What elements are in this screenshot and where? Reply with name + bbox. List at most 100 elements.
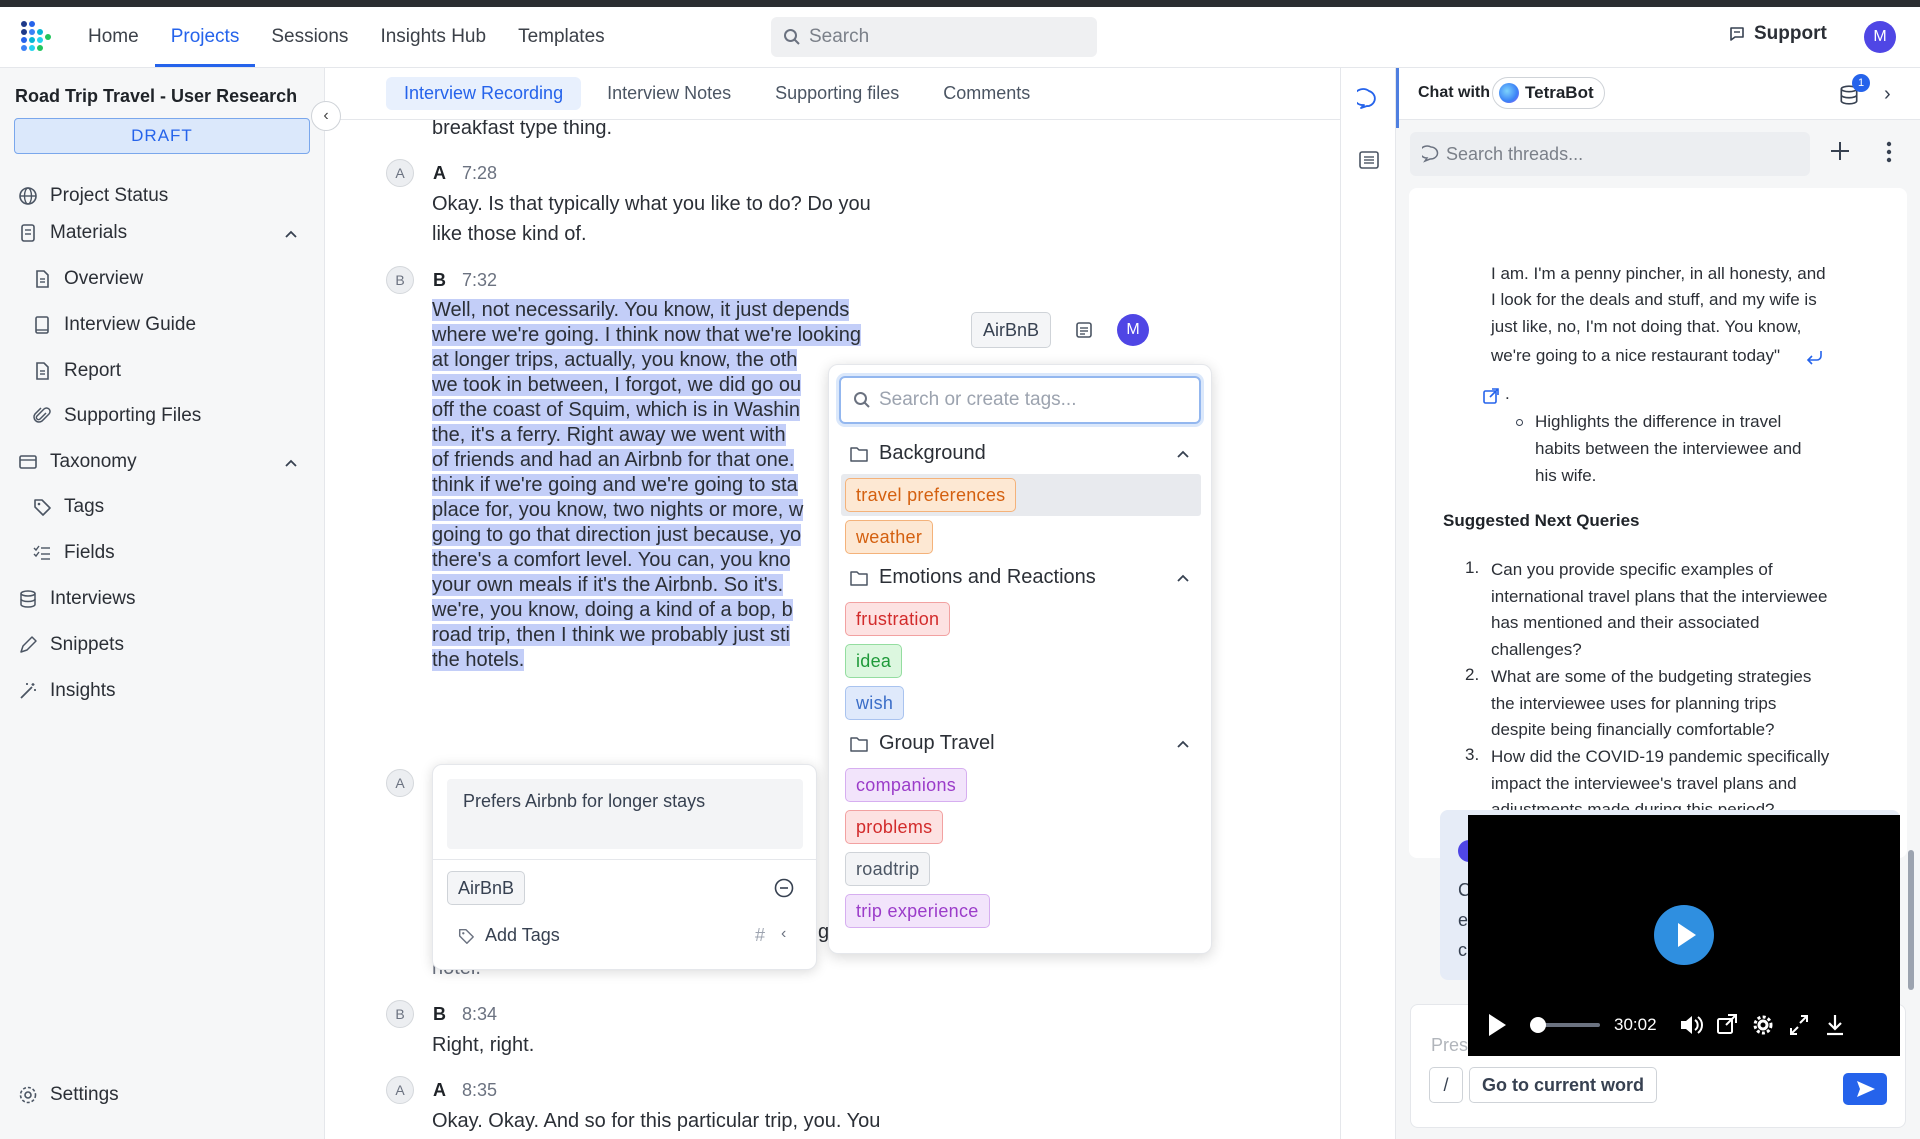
play-icon[interactable]	[1486, 1011, 1508, 1039]
sidebar-item-tags[interactable]: Tags	[30, 492, 104, 522]
timestamp[interactable]: 8:35	[462, 1080, 497, 1101]
transcript-line-highlighted[interactable]: road trip, then I think we probably just…	[432, 623, 790, 648]
slash-command-button[interactable]: /	[1429, 1067, 1463, 1103]
tab-interview-notes[interactable]: Interview Notes	[589, 77, 749, 110]
nav-projects[interactable]: Projects	[154, 7, 256, 67]
tag-search-box[interactable]	[839, 376, 1201, 424]
tag-option[interactable]: trip experience	[845, 894, 990, 928]
sidebar-item-insights[interactable]: Insights	[16, 676, 115, 706]
tag-option[interactable]: companions	[845, 768, 968, 802]
volume-icon[interactable]	[1678, 1011, 1704, 1039]
remove-circle-icon[interactable]	[773, 877, 795, 899]
transcript-line-highlighted[interactable]: at longer trips, actually, you know, the…	[432, 348, 798, 373]
app-logo-icon[interactable]	[20, 20, 54, 54]
sidebar-item-report[interactable]: Report	[30, 356, 121, 386]
tag-group-background[interactable]: Background	[849, 442, 1193, 465]
chat-scrollbar[interactable]	[1908, 850, 1914, 990]
status-badge[interactable]: DRAFT	[14, 118, 310, 154]
tab-interview-recording[interactable]: Interview Recording	[386, 77, 582, 110]
kebab-menu-icon[interactable]	[1886, 140, 1892, 164]
selection-tag-chip[interactable]: AirBnB	[971, 312, 1052, 348]
tag-option[interactable]: problems	[845, 810, 944, 844]
new-thread-button[interactable]	[1829, 140, 1851, 166]
transcript-line[interactable]: Okay. Is that typically what you like to…	[432, 192, 871, 217]
hash-icon[interactable]: #	[755, 925, 765, 946]
sidebar-item-overview[interactable]: Overview	[30, 264, 143, 294]
transcript-line-highlighted[interactable]: off the coast of Squim, which is in Wash…	[432, 398, 800, 423]
chevron-left-icon[interactable]: ‹	[781, 925, 786, 943]
nav-sessions[interactable]: Sessions	[255, 7, 364, 67]
sidebar-item-interview-guide[interactable]: Interview Guide	[30, 310, 196, 340]
tag-option[interactable]: wish	[845, 686, 905, 720]
go-to-current-word-button[interactable]: Go to current word	[1469, 1067, 1657, 1103]
suggested-query-line[interactable]: What are some of the budgeting strategie…	[1491, 663, 1811, 690]
suggested-query-line[interactable]: despite being financially comfortable?	[1491, 716, 1775, 743]
timestamp[interactable]: 7:28	[462, 163, 497, 184]
nav-templates[interactable]: Templates	[502, 7, 621, 67]
support-button[interactable]: Support	[1728, 23, 1827, 45]
snippet-text-field[interactable]: Prefers Airbnb for longer stays	[447, 779, 803, 849]
suggested-query-line[interactable]: Can you provide specific examples of	[1491, 556, 1773, 583]
jump-to-transcript-icon[interactable]	[1805, 348, 1825, 366]
sidebar-item-project-status[interactable]: Project Status	[16, 181, 168, 211]
thread-search[interactable]	[1410, 132, 1810, 176]
suggested-query-line[interactable]: impact the interviewee's travel plans an…	[1491, 770, 1797, 797]
transcript-line-highlighted[interactable]: think if we're going and we're going to …	[432, 473, 798, 498]
transcript-line-highlighted[interactable]: the, it's a ferry. Right away we went wi…	[432, 423, 786, 448]
transcript-line-highlighted[interactable]: of friends and had an Airbnb for that on…	[432, 448, 795, 473]
global-search-input[interactable]	[809, 26, 1069, 48]
chevron-right-icon[interactable]: ›	[1884, 83, 1891, 106]
timestamp[interactable]: 8:34	[462, 1004, 497, 1025]
scrub-handle[interactable]	[1529, 1017, 1546, 1033]
tab-supporting-files[interactable]: Supporting files	[757, 77, 917, 110]
timestamp[interactable]: 7:32	[462, 270, 497, 291]
sidebar-item-settings[interactable]: Settings	[16, 1080, 119, 1110]
sidebar-item-snippets[interactable]: Snippets	[16, 630, 124, 660]
global-search[interactable]	[771, 17, 1097, 57]
transcript-line[interactable]: Right, right.	[432, 1033, 534, 1058]
note-icon[interactable]	[1074, 320, 1094, 340]
sidebar-item-supporting-files[interactable]: Supporting Files	[30, 401, 201, 431]
transcript-line-highlighted[interactable]: place for, you know, two nights or more,…	[432, 498, 804, 523]
send-button[interactable]	[1843, 1073, 1887, 1105]
suggested-query-line[interactable]: the interviewee uses for planning trips	[1491, 690, 1776, 717]
snippet-tag-chip[interactable]: AirBnB	[447, 871, 526, 905]
video-player[interactable]: 30:02	[1468, 815, 1900, 1056]
play-button[interactable]	[1654, 905, 1714, 965]
transcript-line-highlighted[interactable]: we took in between, I forgot, we did go …	[432, 373, 802, 398]
tag-option[interactable]: weather	[845, 520, 934, 554]
tag-group-emotions[interactable]: Emotions and Reactions	[849, 566, 1193, 589]
sidebar-item-materials[interactable]: Materials	[16, 218, 127, 248]
gear-icon[interactable]	[1752, 1011, 1774, 1039]
chevron-up-icon[interactable]	[281, 224, 301, 244]
sidebar-item-taxonomy[interactable]: Taxonomy	[16, 447, 137, 477]
nav-home[interactable]: Home	[72, 7, 155, 67]
chat-bubble-icon[interactable]	[1357, 88, 1381, 112]
transcript-line-highlighted[interactable]: going to go that direction just because,…	[432, 523, 802, 548]
tag-option[interactable]: frustration	[845, 602, 951, 636]
transcript-line-highlighted[interactable]: there's a comfort level. You can, you kn…	[432, 548, 791, 573]
tab-comments[interactable]: Comments	[925, 77, 1048, 110]
transcript-line[interactable]: Okay. Okay. And so for this particular t…	[432, 1109, 880, 1134]
transcript-line-highlighted[interactable]: we're, you know, doing a kind of a bop, …	[432, 598, 793, 623]
user-avatar[interactable]: M	[1864, 21, 1896, 53]
external-link-icon[interactable]	[1481, 386, 1501, 406]
thread-search-input[interactable]	[1446, 143, 1786, 165]
sidebar-item-fields[interactable]: Fields	[30, 538, 115, 568]
popout-icon[interactable]	[1716, 1011, 1738, 1039]
avatar[interactable]: M	[1117, 314, 1149, 346]
transcript-line-highlighted[interactable]: the hotels.	[432, 648, 525, 673]
suggested-query-line[interactable]: international travel plans that the inte…	[1491, 583, 1827, 610]
chevron-up-icon[interactable]	[281, 453, 301, 473]
tag-option[interactable]: travel preferences	[845, 478, 1017, 512]
tag-option[interactable]: idea	[845, 644, 903, 678]
suggested-query-line[interactable]: challenges?	[1491, 636, 1582, 663]
fullscreen-icon[interactable]	[1788, 1011, 1810, 1039]
download-icon[interactable]	[1824, 1011, 1846, 1039]
nav-insights-hub[interactable]: Insights Hub	[364, 7, 502, 67]
transcript-line-highlighted[interactable]: Well, not necessarily. You know, it just…	[432, 298, 850, 323]
suggested-query-line[interactable]: has mentioned and their associated	[1491, 609, 1759, 636]
bot-selector[interactable]: TetraBot	[1492, 77, 1605, 109]
document-list-icon[interactable]	[1357, 148, 1381, 172]
tag-group-group-travel[interactable]: Group Travel	[849, 732, 1193, 755]
